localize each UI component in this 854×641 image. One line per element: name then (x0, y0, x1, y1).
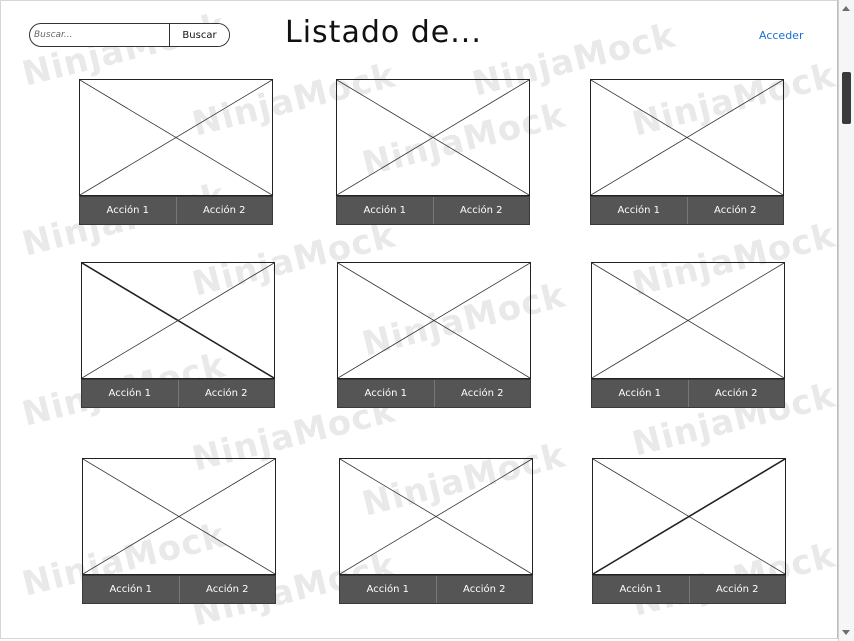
image-placeholder-icon (592, 263, 784, 378)
image-placeholder (337, 262, 531, 379)
card: Acción 1 Acción 2 (337, 262, 531, 408)
card-actions: Acción 1 Acción 2 (337, 379, 531, 408)
scroll-thumb[interactable] (842, 72, 851, 124)
action-2-button[interactable]: Acción 2 (688, 576, 785, 603)
action-2-button[interactable]: Acción 2 (433, 380, 530, 407)
search-input[interactable] (30, 24, 169, 46)
image-placeholder (82, 458, 276, 575)
image-placeholder (590, 79, 784, 196)
card-actions: Acción 1 Acción 2 (339, 575, 533, 604)
card: Acción 1 Acción 2 (339, 458, 533, 604)
action-2-button[interactable]: Acción 2 (435, 576, 532, 603)
search-button[interactable]: Buscar (169, 24, 229, 46)
card-actions: Acción 1 Acción 2 (592, 575, 786, 604)
action-2-button[interactable]: Acción 2 (178, 576, 275, 603)
scroll-up-icon[interactable] (842, 6, 850, 11)
action-2-button[interactable]: Acción 2 (686, 197, 783, 224)
action-1-button[interactable]: Acción 1 (593, 576, 689, 603)
card: Acción 1 Acción 2 (81, 262, 275, 408)
action-1-button[interactable]: Acción 1 (591, 197, 687, 224)
action-2-button[interactable]: Acción 2 (175, 197, 272, 224)
action-1-button[interactable]: Acción 1 (337, 197, 433, 224)
card: Acción 1 Acción 2 (336, 79, 530, 225)
image-placeholder (592, 458, 786, 575)
card-actions: Acción 1 Acción 2 (336, 196, 530, 225)
card: Acción 1 Acción 2 (79, 79, 273, 225)
login-link[interactable]: Acceder (759, 29, 803, 42)
card-actions: Acción 1 Acción 2 (82, 575, 276, 604)
image-placeholder-icon (80, 80, 272, 195)
image-placeholder-icon (338, 263, 530, 378)
action-2-button[interactable]: Acción 2 (177, 380, 274, 407)
action-1-button[interactable]: Acción 1 (338, 380, 434, 407)
action-2-button[interactable]: Acción 2 (432, 197, 529, 224)
image-placeholder (336, 79, 530, 196)
search-box: Buscar (29, 23, 230, 47)
action-1-button[interactable]: Acción 1 (83, 576, 179, 603)
card-actions: Acción 1 Acción 2 (81, 379, 275, 408)
scroll-down-icon[interactable] (842, 630, 850, 635)
card-actions: Acción 1 Acción 2 (590, 196, 784, 225)
vertical-scrollbar[interactable] (838, 0, 854, 641)
action-1-button[interactable]: Acción 1 (82, 380, 178, 407)
image-placeholder-icon (593, 459, 785, 574)
action-1-button[interactable]: Acción 1 (592, 380, 688, 407)
image-placeholder-icon (337, 80, 529, 195)
image-placeholder (79, 79, 273, 196)
image-placeholder-icon (82, 263, 274, 378)
action-2-button[interactable]: Acción 2 (687, 380, 784, 407)
page-title: Listado de... (285, 15, 482, 50)
image-placeholder (591, 262, 785, 379)
card-actions: Acción 1 Acción 2 (591, 379, 785, 408)
image-placeholder (81, 262, 275, 379)
card: Acción 1 Acción 2 (592, 458, 786, 604)
image-placeholder-icon (83, 459, 275, 574)
image-placeholder-icon (340, 459, 532, 574)
card-actions: Acción 1 Acción 2 (79, 196, 273, 225)
action-1-button[interactable]: Acción 1 (80, 197, 176, 224)
image-placeholder-icon (591, 80, 783, 195)
action-1-button[interactable]: Acción 1 (340, 576, 436, 603)
card: Acción 1 Acción 2 (590, 79, 784, 225)
card: Acción 1 Acción 2 (82, 458, 276, 604)
card: Acción 1 Acción 2 (591, 262, 785, 408)
image-placeholder (339, 458, 533, 575)
